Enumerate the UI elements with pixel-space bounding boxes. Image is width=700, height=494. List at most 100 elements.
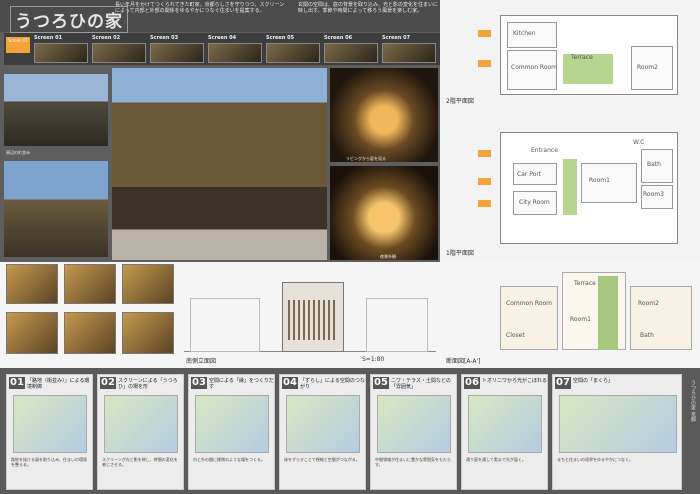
step-text: 通り庭を通して奥まで光が届く。: [466, 457, 526, 462]
screen-thumbnail: [324, 43, 378, 63]
screen-label: Screen 01: [34, 35, 63, 41]
model-photo: [122, 264, 174, 304]
orange-tag: [478, 178, 491, 185]
screen-label: Screen 03: [150, 35, 179, 41]
step-figure: [195, 395, 269, 453]
room-label: Room2: [637, 64, 658, 71]
room-label: Bath: [647, 161, 661, 168]
step-text: 中間領域が住まいに豊かな雰囲気をもたらす。: [375, 457, 451, 467]
step-number: 06: [464, 377, 480, 389]
room-label: Common Room: [511, 64, 558, 71]
step-number: 04: [282, 377, 298, 389]
screen-label: Screen 06: [324, 35, 353, 41]
screen-tag: Screen 01: [6, 37, 30, 53]
night2-caption: 夜景外観: [380, 254, 396, 259]
step-title: 「路地（街並み）」による環境制御: [27, 378, 90, 390]
step-title: ニワ・テラス・土間などの「雰囲気」: [391, 378, 451, 390]
section-drawing: Terrace Common Room Room2 Room1 Closet B…: [500, 268, 696, 352]
step-text: 内と外の間に縁側のような場をつくる。: [193, 457, 265, 462]
room-label: City Room: [519, 199, 550, 206]
screen-label: Screen 05: [266, 35, 295, 41]
concept-text-left: 長い年月をかけてつくられてきた町家。京都らしさを守りつつ、スクリーンによって内部…: [115, 2, 285, 14]
garden-green: [563, 159, 577, 215]
step-text: 床をずらすことで視線と空間がつながる。: [284, 457, 360, 462]
street-photo-2: [4, 161, 108, 257]
concept-text-right: 玄関の空間は、庭の背景を取り込み、光と影の変化を住まいに映し出す。季節や時間によ…: [298, 2, 439, 14]
section-room-label: Bath: [640, 332, 654, 339]
step-figure: [104, 395, 178, 453]
screen-thumbnail: [382, 43, 436, 63]
room-label: Entrance: [531, 147, 558, 154]
model-photo: [64, 312, 116, 354]
screen-thumbnail: [150, 43, 204, 63]
screen-card: Screen 06: [324, 35, 378, 63]
step-figure: [286, 395, 360, 453]
orange-tag: [478, 60, 491, 67]
screen-label: Screen 02: [92, 35, 121, 41]
step-card: 06 トオリニワから光がこぼれる 通り庭を通して奥まで光が届く。: [461, 374, 548, 490]
room-label: W.C: [633, 139, 645, 146]
orange-tag: [478, 150, 491, 157]
step-figure: [377, 395, 451, 453]
step-card: 01 「路地（街並み）」による環境制御 路地を抜ける風を取り込み、住まいの環境を…: [6, 374, 93, 490]
section-room-label: Common Room: [506, 300, 553, 307]
step-card: 07 空間の「まくら」 まちと住まいの境界をゆるやかにつなぐ。: [552, 374, 682, 490]
step-number: 03: [191, 377, 207, 389]
screen-card: Screen 05: [266, 35, 320, 63]
section-room-label: Room1: [570, 316, 591, 323]
upper-plan-label: 2階平面図: [446, 98, 474, 105]
night1-caption: リビングから庭を見る: [346, 156, 386, 161]
side-vertical-text: うつろひの家 京都: [690, 380, 696, 422]
step-number: 01: [9, 377, 25, 389]
step-figure: [13, 395, 87, 453]
screen-thumbnail: [266, 43, 320, 63]
step-card: 02 スクリーンによる「うつろひ」の場を形 スクリーンが光と影を映し、時間の変化…: [97, 374, 184, 490]
orange-tag: [478, 30, 491, 37]
step-text: まちと住まいの境界をゆるやかにつなぐ。: [557, 457, 633, 462]
room-label: Car Port: [517, 171, 542, 178]
screen-thumbnail: [208, 43, 262, 63]
page-title: うつろひの家: [10, 6, 128, 33]
room-label: Kitchen: [513, 30, 536, 37]
model-photo: [64, 264, 116, 304]
elevation-panel: 南側立面図 S=1:80 Terrace Common Room Room2 R…: [0, 262, 700, 368]
section-room-label: Closet: [506, 332, 525, 339]
upper-floor-plan: Kitchen Common Room Terrace Room2: [500, 15, 678, 95]
screen-card: Screen 02: [92, 35, 146, 63]
lower-floor-plan: Entrance W.C Bath Car Port Room1 Room3 C…: [500, 132, 678, 244]
south-elevation-label: 南側立面図: [186, 358, 217, 365]
model-photo: [122, 312, 174, 354]
step-number: 02: [100, 377, 116, 389]
main-perspective: [112, 68, 327, 260]
night-interior-photo: [330, 68, 438, 162]
lower-plan-label: 1階平面図: [446, 250, 474, 257]
orange-tag: [478, 200, 491, 207]
screen-thumbnail: [92, 43, 146, 63]
step-card: 05 ニワ・テラス・土間などの「雰囲気」 中間領域が住まいに豊かな雰囲気をもたら…: [370, 374, 457, 490]
step-text: スクリーンが光と影を映し、時間の変化を感じさせる。: [102, 457, 178, 467]
room-label: Room1: [589, 177, 610, 184]
room-label: Terrace: [571, 54, 593, 61]
model-photo: [6, 264, 58, 304]
step-number: 07: [555, 377, 571, 389]
step-title: 空間の「まくら」: [573, 378, 614, 384]
screen-strip: Screen 01 Screen 02 Screen 03 Screen 04 …: [4, 33, 440, 65]
screen-card: Screen 07: [382, 35, 436, 63]
scale-label: S=1:80: [362, 356, 385, 363]
model-photo: [6, 312, 58, 354]
step-title: 空間による「縁」をつくりだす: [209, 378, 274, 390]
step-title: トオリニワから光がこぼれる: [482, 378, 548, 384]
step-text: 路地を抜ける風を取り込み、住まいの環境を整える。: [11, 457, 87, 467]
screen-label: Screen 07: [382, 35, 411, 41]
step-card: 03 空間による「縁」をつくりだす 内と外の間に縁側のような場をつくる。: [188, 374, 275, 490]
south-elevation-drawing: [184, 272, 436, 352]
step-number: 05: [373, 377, 389, 389]
screen-label: Screen 04: [208, 35, 237, 41]
screen-card: Screen 04: [208, 35, 262, 63]
street-caption: 周辺の町並み: [6, 150, 30, 155]
screen-card: Screen 01: [34, 35, 88, 63]
screen-thumbnail: [34, 43, 88, 63]
plan-panel: Kitchen Common Room Terrace Room2 2階平面図 …: [440, 0, 700, 262]
step-figure: [468, 395, 542, 453]
step-title: スクリーンによる「うつろひ」の場を形: [118, 378, 178, 390]
